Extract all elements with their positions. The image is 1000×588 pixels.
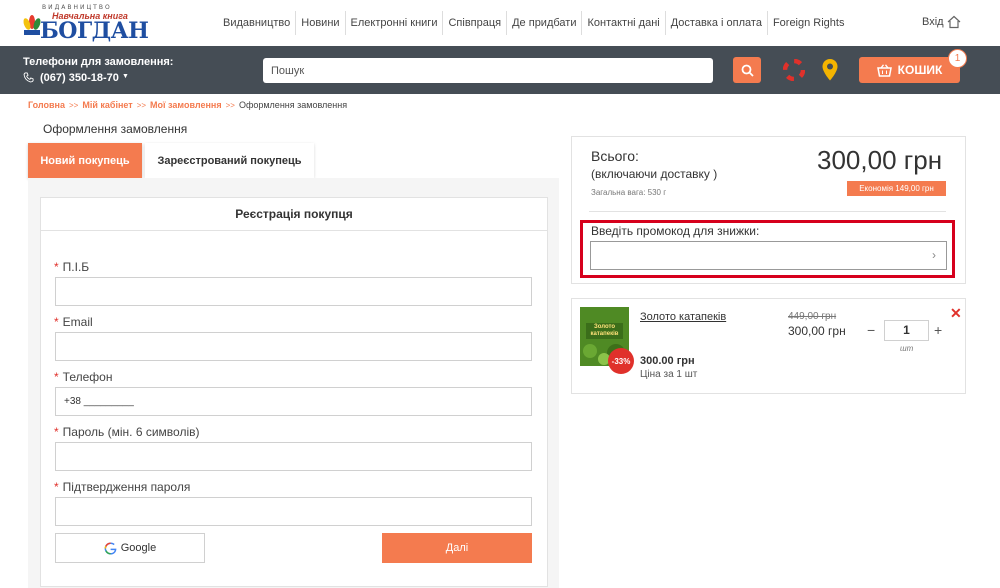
registration-title: Реєстрація покупця (41, 198, 547, 231)
full-name-label: * П.І.Б (54, 260, 90, 274)
logo-main-text: БОГДАН (40, 18, 149, 44)
total-amount: 300,00 грн (817, 145, 943, 175)
item-old-price: 449,00 грн (788, 311, 837, 322)
basket-icon (876, 63, 892, 77)
publisher-logo[interactable]: ВИДАВНИЦТВО Навчальна книга БОГДАН (22, 4, 149, 44)
main-nav: Видавництво Новини Електронні книги Спів… (218, 11, 849, 35)
tab-registered-customer[interactable]: Зареєстрований покупець (145, 143, 314, 178)
cart-count-badge: 1 (948, 49, 967, 68)
breadcrumb-separator: >> (225, 100, 235, 110)
google-icon (104, 542, 117, 554)
search-button[interactable] (733, 57, 761, 83)
top-bar: ВИДАВНИЦТВО Навчальна книга БОГДАН Видав… (0, 0, 1000, 46)
book-cover-title: Золото катапеків (590, 324, 619, 337)
email-field[interactable] (55, 332, 532, 361)
home-icon[interactable] (947, 15, 961, 29)
nav-item-news[interactable]: Новини (295, 11, 344, 35)
total-weight: Загальна вага: 530 г (591, 188, 667, 197)
phone-dropdown-icon[interactable]: ▼ (122, 73, 129, 80)
search-icon (741, 64, 754, 77)
main-toolbar: Телефони для замовлення: (067) 350-18-70… (0, 46, 1000, 94)
full-name-field[interactable] (55, 277, 532, 306)
cart-button[interactable]: КОШИК (859, 57, 960, 83)
quantity-increase-button[interactable]: + (934, 322, 942, 338)
quantity-stepper[interactable]: 1 (884, 320, 929, 341)
password-confirm-field[interactable] (55, 497, 532, 526)
phone-icon (23, 72, 34, 83)
summary-divider (589, 211, 946, 212)
breadcrumb-current: Оформлення замовлення (238, 100, 348, 110)
breadcrumb-home[interactable]: Головна (28, 100, 65, 110)
item-sum: 300.00 грн (640, 355, 695, 367)
nav-item-foreign-rights[interactable]: Foreign Rights (766, 11, 850, 35)
quantity-unit: шт (900, 344, 914, 353)
google-signin-button[interactable]: Google (55, 533, 205, 563)
nav-item-contacts[interactable]: Контактні дані (581, 11, 664, 35)
phone-number[interactable]: (067) 350-18-70 (40, 72, 119, 84)
discount-badge: -33% (608, 348, 634, 374)
item-unit-price-label: Ціна за 1 шт (640, 369, 698, 380)
breadcrumb-separator: >> (69, 100, 79, 110)
logo-flower-icon (23, 15, 41, 35)
economy-badge: Економія 149,00 грн (847, 181, 946, 196)
quantity-decrease-button[interactable]: − (867, 322, 875, 338)
support-lifebuoy-icon[interactable] (783, 59, 805, 81)
cart-label: КОШИК (897, 63, 943, 77)
promo-code-label: Введіть промокод для знижки: (591, 224, 760, 238)
item-title-link[interactable]: Золото катапеків (640, 311, 726, 323)
total-label: Всього: (591, 148, 639, 164)
breadcrumb-separator: >> (136, 100, 147, 110)
nav-item-cooperation[interactable]: Співпраця (442, 11, 506, 35)
phone-field-label: * Телефон (54, 370, 113, 384)
page-title: Оформлення замовлення (43, 122, 188, 136)
remove-item-close-icon[interactable]: ✕ (950, 305, 962, 322)
breadcrumb: Головна >> Мій кабінет >> Мої замовлення… (28, 100, 347, 110)
google-button-label: Google (120, 542, 157, 554)
total-subtitle: (включаючи доставку ) (591, 167, 718, 181)
promo-submit-chevron-icon[interactable]: › (932, 248, 936, 262)
nav-item-ebooks[interactable]: Електронні книги (344, 11, 443, 35)
breadcrumb-my-account[interactable]: Мій кабінет (82, 100, 132, 110)
logo-small-text: ВИДАВНИЦТВО (42, 4, 112, 11)
next-button[interactable]: Далі (382, 533, 532, 563)
nav-item-where-to-buy[interactable]: Де придбати (506, 11, 581, 35)
tab-new-customer[interactable]: Новий покупець (28, 143, 142, 178)
phone-field[interactable]: +38 _________ (55, 387, 532, 416)
breadcrumb-my-orders[interactable]: Мої замовлення (150, 100, 222, 110)
location-pin-icon[interactable] (821, 58, 839, 82)
password-confirm-label: * Підтвердження пароля (54, 480, 191, 494)
item-new-price: 300,00 грн (788, 324, 846, 338)
search-input[interactable] (263, 58, 713, 83)
phone-label: Телефони для замовлення: (23, 56, 174, 68)
nav-item-publisher[interactable]: Видавництво (218, 11, 295, 35)
password-field[interactable] (55, 442, 532, 471)
login-link[interactable]: Вхід (922, 16, 944, 28)
promo-code-input[interactable] (590, 241, 947, 270)
email-label: * Email (54, 315, 93, 329)
nav-item-delivery[interactable]: Доставка і оплата (664, 11, 767, 35)
password-label: * Пароль (мін. 6 символів) (54, 425, 200, 439)
